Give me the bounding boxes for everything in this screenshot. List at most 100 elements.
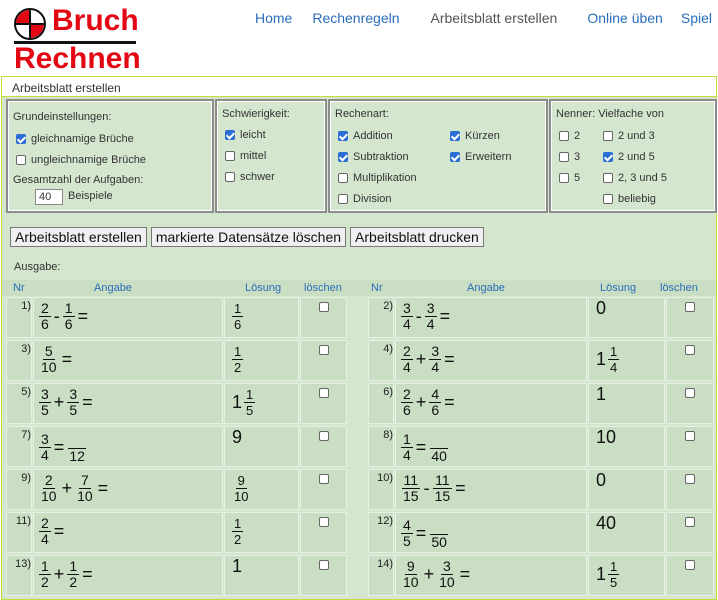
checkbox-icon[interactable] [559,173,569,183]
task-number: 6) [368,383,394,424]
settings-grund: Grundeinstellungen: gleichnamige Brüche … [6,99,214,213]
task-prompt: 45 = 50 [395,512,587,553]
delete-checkbox[interactable] [685,517,695,527]
option-subtraktion[interactable]: Subtraktion [338,151,409,163]
delete-cell [666,340,714,381]
delete-selected-button[interactable]: markierte Datensätze löschen [150,227,347,247]
total-unit: Beispiele [68,190,113,202]
delete-checkbox[interactable] [685,388,695,398]
checkbox-icon[interactable] [559,131,569,141]
delete-checkbox[interactable] [318,431,329,441]
page-title: Arbeitsblatt erstellen [2,77,716,97]
delete-cell [666,555,714,596]
option-erweitern[interactable]: Erweitern [450,151,511,163]
checkbox-checked-icon[interactable] [16,134,26,144]
option-nenner-2-und-3[interactable]: 2 und 3 [603,130,655,142]
settings-nenner: Nenner: Vielfache von 2 3 5 2 und 3 2 un… [549,99,717,213]
task-prompt: 34 - 34 = [395,297,587,338]
settings-rechenart: Rechenart: Addition Subtraktion Multipli… [328,99,548,213]
checkbox-icon[interactable] [603,194,613,204]
delete-checkbox[interactable] [318,517,329,527]
header-angabe: Angabe [94,282,132,294]
task-solution: 12 [224,340,299,381]
task-number: 7) [6,426,32,467]
checkbox-checked-icon[interactable] [450,152,460,162]
checkbox-icon[interactable] [559,152,569,162]
delete-cell [666,297,714,338]
task-number: 2) [368,297,394,338]
task-prompt: 12 + 12 = [33,555,223,596]
checkbox-checked-icon[interactable] [338,152,348,162]
delete-checkbox[interactable] [685,345,695,355]
option-mittel[interactable]: mittel [225,150,266,162]
task-prompt: 14 = 40 [395,426,587,467]
checkbox-icon[interactable] [225,172,235,182]
total-label: Gesamtzahl der Aufgaben: [13,174,144,186]
nav-rechenregeln[interactable]: Rechenregeln [312,10,399,26]
option-ungleichnamig[interactable]: ungleichnamige Brüche [16,154,146,166]
task-number: 13) [6,555,32,596]
checkbox-icon[interactable] [603,173,613,183]
delete-checkbox[interactable] [685,431,695,441]
checkbox-checked-icon[interactable] [603,152,613,162]
checkbox-checked-icon[interactable] [450,131,460,141]
option-nenner-2[interactable]: 2 [559,130,580,142]
delete-checkbox[interactable] [318,345,329,355]
task-prompt: 34 = 12 [33,426,223,467]
settings-area: Grundeinstellungen: gleichnamige Brüche … [6,99,718,215]
task-number: 10) [368,469,394,510]
task-prompt: 11 15 - 11 15 = [395,469,587,510]
option-nenner-3[interactable]: 3 [559,151,580,163]
task-solution: 115 [224,383,299,424]
task-number: 12) [368,512,394,553]
delete-checkbox[interactable] [685,302,695,312]
option-kuerzen[interactable]: Kürzen [450,130,500,142]
checkbox-icon[interactable] [16,155,26,165]
delete-checkbox[interactable] [318,560,329,570]
nav-online-ueben[interactable]: Online üben [587,10,663,26]
total-input[interactable]: 40 [35,189,63,205]
header-loesung: Lösung [245,282,282,294]
task-solution: 0 [588,469,665,510]
delete-checkbox[interactable] [318,302,329,312]
task-prompt: 5 10 = [33,340,223,381]
print-worksheet-button[interactable]: Arbeitsblatt drucken [350,227,484,247]
nav-home[interactable]: Home [255,10,292,26]
delete-cell [300,469,347,510]
delete-checkbox[interactable] [685,560,695,570]
delete-checkbox[interactable] [318,388,329,398]
checkbox-checked-icon[interactable] [225,130,235,140]
option-nenner-beliebig[interactable]: beliebig [603,193,656,205]
checkbox-icon[interactable] [603,131,613,141]
option-multiplikation[interactable]: Multiplikation [338,172,417,184]
option-gleichnamig[interactable]: gleichnamige Brüche [16,133,134,145]
checkbox-icon[interactable] [338,194,348,204]
task-prompt: 24 + 34 = [395,340,587,381]
delete-checkbox[interactable] [318,474,329,484]
task-prompt: 24 = [33,512,223,553]
task-solution: 115 [588,555,665,596]
task-solution: 114 [588,340,665,381]
checkbox-icon[interactable] [338,173,348,183]
grund-caption: Grundeinstellungen: [13,111,112,123]
option-addition[interactable]: Addition [338,130,393,142]
option-schwer[interactable]: schwer [225,171,275,183]
site-logo[interactable]: Bruch Rechnen [12,4,141,75]
delete-checkbox[interactable] [685,474,695,484]
option-nenner-2-3-5[interactable]: 2, 3 und 5 [603,172,667,184]
table-row: 11) 24 = 12 12) 45 = 50 40 [2,512,716,555]
option-nenner-5[interactable]: 5 [559,172,580,184]
delete-cell [300,297,347,338]
nav-spiel[interactable]: Spiel [681,10,712,26]
option-nenner-2-und-5[interactable]: 2 und 5 [603,151,655,163]
create-worksheet-button[interactable]: Arbeitsblatt erstellen [10,227,147,247]
nav-arbeitsblatt[interactable]: Arbeitsblatt erstellen [431,10,558,26]
delete-cell [666,383,714,424]
checkbox-icon[interactable] [225,151,235,161]
option-leicht[interactable]: leicht [225,129,266,141]
table-row: 7) 34 = 12 9 8) 14 = 40 10 [2,426,716,469]
worksheet-panel: Arbeitsblatt erstellen Grundeinstellunge… [1,76,717,600]
option-division[interactable]: Division [338,193,392,205]
output-label: Ausgabe: [14,261,61,273]
checkbox-checked-icon[interactable] [338,131,348,141]
